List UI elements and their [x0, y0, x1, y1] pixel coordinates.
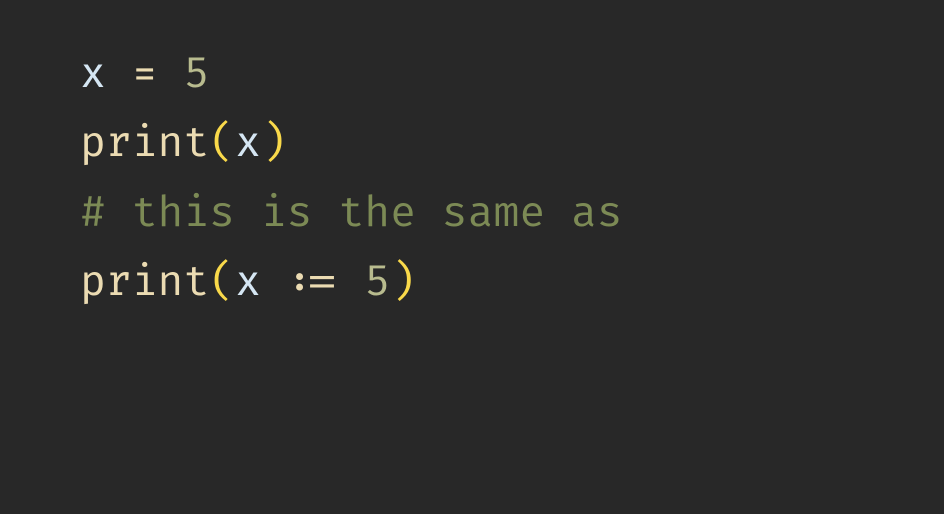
- code-line-6: print(x := 5): [80, 248, 944, 317]
- number-token: 5: [183, 48, 209, 100]
- code-line-4: # this is the same as: [80, 179, 944, 248]
- space-token: [339, 256, 365, 308]
- space-token: [261, 256, 287, 308]
- operator-token: :=: [287, 256, 339, 308]
- space-token: [106, 48, 132, 100]
- space-token: [158, 48, 184, 100]
- number-token: 5: [364, 256, 390, 308]
- code-block: x = 5print(x)# this is the same asprint(…: [80, 40, 944, 317]
- function-token: print: [80, 256, 209, 308]
- paren-open-token: (: [209, 117, 235, 169]
- paren-open-token: (: [209, 256, 235, 308]
- code-line-2: print(x): [80, 109, 944, 178]
- operator-token: =: [132, 48, 158, 100]
- variable-token: x: [235, 117, 261, 169]
- paren-close-token: ): [390, 256, 416, 308]
- variable-token: x: [80, 48, 106, 100]
- code-line-1: x = 5: [80, 40, 944, 109]
- function-token: print: [80, 117, 209, 169]
- comment-token: # this is the same as: [80, 187, 623, 239]
- variable-token: x: [235, 256, 261, 308]
- paren-close-token: ): [261, 117, 287, 169]
